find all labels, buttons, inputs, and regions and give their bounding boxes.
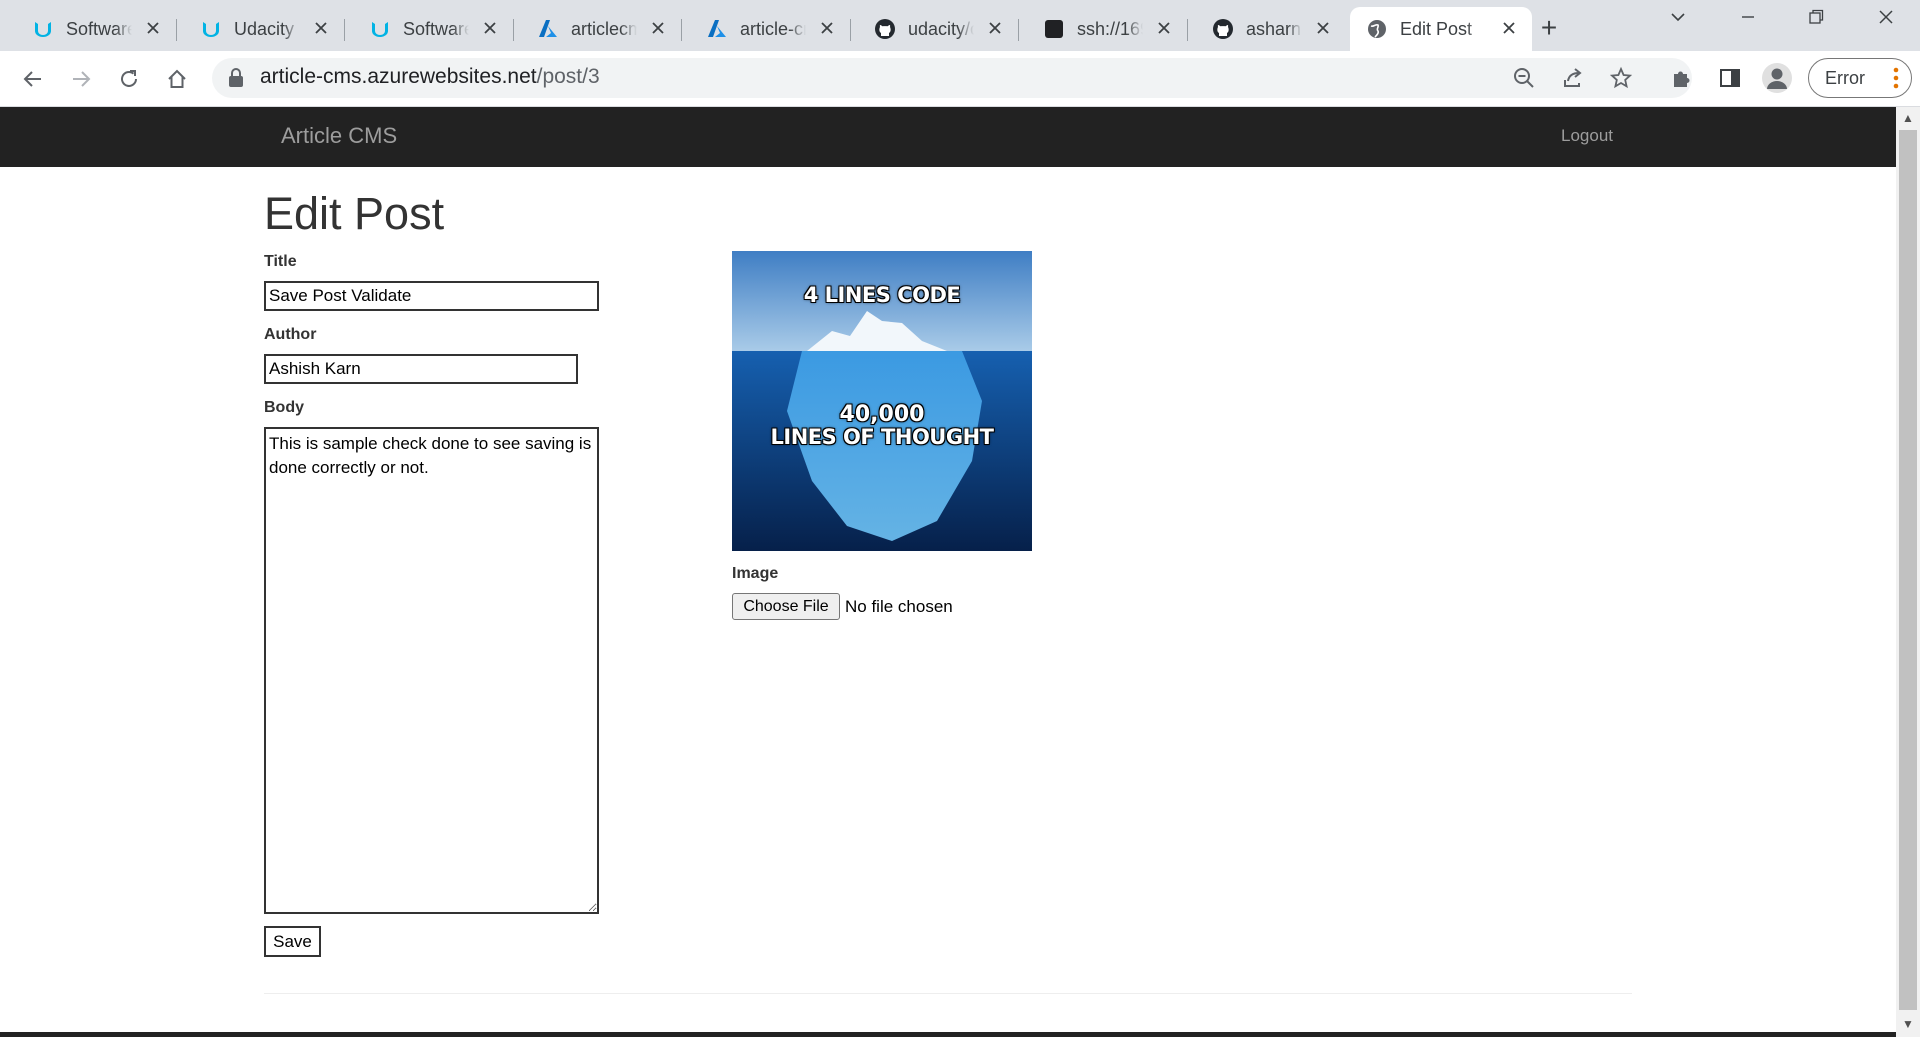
url-path: /post/3 [536,65,600,88]
close-tab-icon[interactable] [142,18,164,41]
divider [264,993,1632,994]
page-title: Edit Post [264,188,445,239]
logout-link[interactable]: Logout [1561,126,1613,146]
no-file-chosen-text: No file chosen [845,597,953,616]
lock-icon[interactable] [226,66,246,90]
url-host: article-cms.azurewebsites.net [260,65,537,88]
extensions-puzzle-icon[interactable] [1668,64,1696,92]
browser-tab[interactable]: articlecm [521,7,682,51]
scroll-up-arrow-icon[interactable]: ▲ [1896,108,1920,128]
url-text[interactable]: article-cms.azurewebsites.net/post/3 [260,65,600,89]
author-label: Author [264,326,317,343]
zoom-out-icon[interactable] [1510,64,1538,92]
home-icon[interactable] [160,62,194,96]
udacity-icon [200,18,222,40]
browser-tab[interactable]: udacity/c [858,7,1019,51]
browser-tab[interactable]: article-cr [690,7,851,51]
title-input[interactable] [264,281,599,311]
body-textarea[interactable]: This is sample check done to see saving … [264,427,599,914]
new-tab-button[interactable]: + [1534,12,1564,44]
close-tab-icon[interactable] [479,18,501,41]
forward-icon[interactable] [64,62,98,96]
meme-bottom-caption-line2: LINES OF THOUGHT [770,425,995,449]
close-window-icon[interactable] [1866,8,1906,32]
save-button[interactable]: Save [264,926,321,957]
tab-separator [344,19,345,41]
browser-tab[interactable]: Software [353,7,514,51]
tab-title: udacity/c [908,18,974,39]
menu-dots-icon[interactable] [1893,65,1899,96]
bookmark-star-icon[interactable] [1607,64,1635,92]
azure-icon [706,18,728,40]
tab-title: ssh://169 [1077,18,1143,39]
close-tab-icon[interactable] [310,18,332,41]
close-tab-icon[interactable] [1312,18,1334,41]
github-icon [874,18,896,40]
title-label: Title [264,253,297,270]
image-label: Image [732,565,779,582]
error-label: Error [1825,67,1865,88]
browser-tab[interactable]: Edit Post [1350,7,1532,51]
post-image: 4 LINES CODE 40,000 LINES OF THOUGHT [732,251,1032,551]
udacity-icon [32,18,54,40]
close-tab-icon[interactable] [1498,18,1520,41]
tab-title: asharn (A [1246,18,1302,39]
terminal-icon [1043,18,1065,40]
brand-link[interactable]: Article CMS [281,123,397,149]
page-bottom-bar [0,1032,1896,1037]
close-tab-icon[interactable] [647,18,669,41]
minimize-window-icon[interactable] [1728,8,1768,32]
author-input[interactable] [264,354,578,384]
close-tab-icon[interactable] [816,18,838,41]
browser-tab[interactable]: ssh://169 [1027,7,1188,51]
share-icon[interactable] [1559,64,1587,92]
udacity-icon [369,18,391,40]
scrollbar-thumb[interactable] [1899,130,1917,1010]
meme-bottom-caption-line1: 40,000 [839,402,925,427]
profile-error-button[interactable]: Error [1808,58,1912,98]
tab-separator [1018,19,1019,41]
tab-separator [513,19,514,41]
scroll-down-arrow-icon[interactable]: ▼ [1896,1014,1920,1034]
tab-title: Software [66,18,132,39]
side-panel-icon[interactable] [1716,64,1744,92]
reload-icon[interactable] [112,62,146,96]
azure-icon [537,18,559,40]
browser-tab[interactable]: asharn (A [1196,7,1346,51]
restore-window-icon[interactable] [1796,8,1836,32]
tab-title: article-cr [740,18,806,39]
tab-title: Software [403,18,469,39]
meme-top-caption: 4 LINES CODE [803,283,961,307]
profile-avatar-icon[interactable] [1762,63,1792,93]
body-label: Body [264,399,304,416]
browser-tab[interactable]: Software [16,7,177,51]
choose-file-button[interactable]: Choose File [732,593,840,620]
tab-title: Edit Post [1400,18,1473,39]
tab-title: Udacity F [234,18,300,39]
tab-separator [1187,19,1188,41]
close-tab-icon[interactable] [984,18,1006,41]
globe-icon [1366,18,1388,40]
tab-search-chevron-icon[interactable] [1658,8,1698,32]
back-icon[interactable] [16,62,50,96]
tab-separator [176,19,177,41]
tab-title: articlecm [571,18,637,39]
github-icon [1212,18,1234,40]
tab-separator [681,19,682,41]
tab-separator [850,19,851,41]
browser-tab[interactable]: Udacity F [184,7,345,51]
close-tab-icon[interactable] [1153,18,1175,41]
